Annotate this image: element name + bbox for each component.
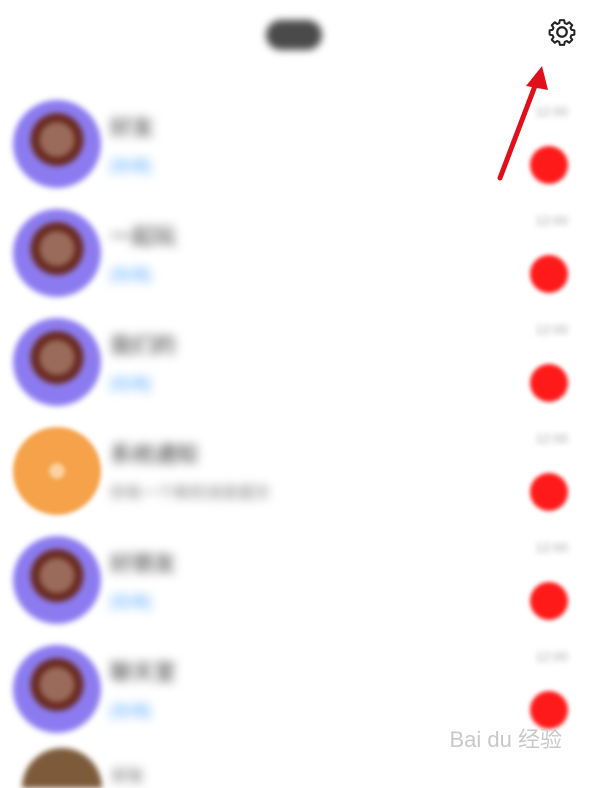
list-item[interactable]: 我们的 [在线] 12:00 bbox=[0, 304, 594, 413]
contact-name: 好朋友 bbox=[110, 551, 177, 576]
avatar bbox=[13, 318, 101, 406]
timestamp: 12:00 bbox=[535, 322, 568, 337]
list-item[interactable]: 一起玩 [在线] 12:00 bbox=[0, 195, 594, 304]
contact-name: 聊天室 bbox=[110, 660, 177, 685]
avatar bbox=[22, 748, 102, 788]
unread-badge bbox=[530, 364, 568, 402]
settings-button[interactable] bbox=[544, 14, 580, 50]
contact-status: [在线] bbox=[110, 158, 151, 175]
avatar bbox=[13, 645, 101, 733]
page-title: 消息 bbox=[266, 20, 322, 50]
contact-status: [在线] bbox=[110, 594, 151, 611]
watermark: Bai du 经验 bbox=[449, 727, 563, 752]
contact-status: [在线] bbox=[110, 376, 151, 393]
contact-status: 你有一个新的消息提示 bbox=[110, 485, 271, 502]
timestamp: 12:00 bbox=[535, 540, 568, 555]
timestamp: 12:00 bbox=[535, 213, 568, 228]
timestamp: 12:00 bbox=[535, 431, 568, 446]
contact-status: [在线] bbox=[110, 267, 151, 284]
avatar bbox=[13, 536, 101, 624]
avatar bbox=[13, 209, 101, 297]
avatar bbox=[13, 427, 101, 515]
list-item[interactable]: 好朋友 [在线] 12:00 bbox=[0, 522, 594, 631]
list-item[interactable]: 系统通知 你有一个新的消息提示 12:00 bbox=[0, 413, 594, 522]
contact-name: 我们的 bbox=[110, 333, 177, 358]
avatar bbox=[13, 100, 101, 188]
contact-name: 好友 bbox=[110, 115, 155, 140]
contact-name: 好友 bbox=[112, 768, 145, 785]
contact-name: 系统通知 bbox=[110, 442, 199, 467]
gear-icon bbox=[548, 19, 576, 46]
unread-badge bbox=[530, 146, 568, 184]
timestamp: 12:00 bbox=[535, 104, 568, 119]
list-item[interactable]: 好友 [在线] 12:00 bbox=[0, 86, 594, 195]
contact-name: 一起玩 bbox=[110, 224, 177, 249]
unread-badge bbox=[530, 473, 568, 511]
timestamp: 12:00 bbox=[535, 649, 568, 664]
contact-status: [在线] bbox=[110, 703, 151, 720]
unread-badge bbox=[530, 255, 568, 293]
unread-badge bbox=[530, 582, 568, 620]
